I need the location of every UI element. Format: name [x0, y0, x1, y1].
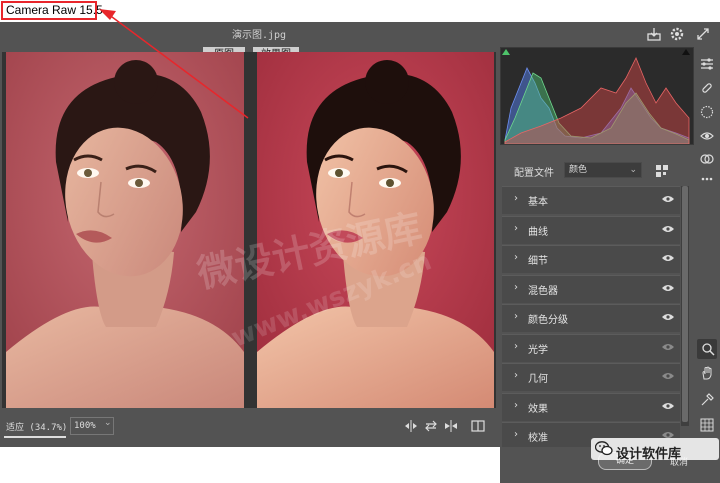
top-toolbar: [0, 22, 720, 46]
chevron-right-icon: ›: [514, 281, 518, 293]
swap-before-after-icon[interactable]: [404, 419, 418, 433]
sliders-icon[interactable]: [700, 57, 714, 71]
filename-label: 演示图.jpg: [232, 30, 287, 41]
mask-icon[interactable]: [700, 105, 714, 119]
profile-label: 配置文件: [514, 168, 554, 179]
swap-arrows-icon[interactable]: [424, 419, 438, 433]
copy-settings-icon[interactable]: [444, 419, 458, 433]
panel-label: 基本: [528, 197, 548, 208]
zoom-value: 100%: [74, 421, 96, 431]
eye-icon[interactable]: [662, 254, 674, 262]
profile-browser-icon[interactable]: [656, 165, 668, 177]
gear-icon[interactable]: [669, 26, 685, 42]
panel-mixer[interactable]: › 混色器: [502, 274, 680, 303]
panel-geometry[interactable]: › 几何: [502, 363, 680, 391]
eye-icon[interactable]: [662, 313, 674, 321]
panel-label: 曲线: [528, 226, 548, 238]
chevron-right-icon: ›: [514, 222, 518, 234]
panel-optics[interactable]: › 光学: [502, 333, 680, 362]
profile-row: 配置文件 颜色 ⌄: [502, 160, 682, 182]
fit-zoom-button[interactable]: 适应 (34.7%): [6, 420, 67, 433]
grid-icon[interactable]: [700, 418, 714, 432]
panel-label: 校准: [528, 433, 548, 444]
eye-icon[interactable]: [662, 195, 674, 203]
panel-effects[interactable]: › 效果: [502, 392, 680, 421]
panel-label: 效果: [528, 403, 548, 415]
chevron-right-icon: ›: [514, 193, 518, 204]
panel-color-grading[interactable]: › 颜色分级: [502, 304, 680, 332]
highlight-box: [1, 1, 97, 20]
panel-label: 混色器: [528, 285, 558, 297]
eye-icon[interactable]: [662, 372, 674, 380]
edit-panels: › 基本 › 曲线 › 细节 › 混色器 › 颜色分级 › 光学 › 几何 › …: [502, 186, 680, 452]
panel-basic[interactable]: › 基本: [502, 186, 680, 214]
chevron-right-icon: ›: [514, 399, 518, 411]
panel-label: 细节: [528, 256, 548, 267]
chevron-right-icon: ›: [514, 252, 518, 263]
save-icon[interactable]: [646, 26, 662, 42]
chevron-right-icon: ›: [514, 340, 518, 352]
chevron-right-icon: ›: [514, 370, 518, 381]
presets-icon[interactable]: [700, 152, 714, 166]
chevron-down-icon: ⌄: [104, 418, 112, 428]
histogram: [500, 47, 694, 145]
panel-detail[interactable]: › 细节: [502, 245, 680, 273]
panel-label: 光学: [528, 344, 548, 356]
chevron-right-icon: ›: [514, 429, 518, 440]
before-photo[interactable]: [6, 52, 244, 408]
eye-icon[interactable]: [662, 343, 674, 351]
zoom-icon[interactable]: [701, 342, 715, 356]
hand-icon[interactable]: [700, 366, 714, 380]
redeye-icon[interactable]: [700, 129, 714, 143]
chevron-down-icon: ⌄: [629, 165, 637, 175]
fullscreen-icon[interactable]: [695, 26, 711, 42]
panel-label: 颜色分级: [528, 315, 568, 326]
more-icon[interactable]: [700, 172, 714, 186]
highlight-clip-icon[interactable]: [682, 49, 690, 55]
compare-view-icon[interactable]: [471, 419, 485, 433]
chevron-right-icon: ›: [514, 311, 518, 322]
panel-scrollbar-thumb[interactable]: [682, 186, 688, 422]
fit-underline: [4, 436, 66, 438]
eye-icon[interactable]: [662, 284, 674, 292]
profile-value: 颜色: [569, 165, 588, 175]
eye-icon[interactable]: [662, 225, 674, 233]
wechat-icon: [595, 441, 613, 456]
shadow-clip-icon[interactable]: [502, 49, 510, 55]
panel-label: 几何: [528, 374, 548, 385]
badge-text: 设计软件库: [616, 447, 682, 462]
window-title-bar: [0, 0, 720, 22]
heal-icon[interactable]: [700, 81, 714, 95]
eyedropper-icon[interactable]: [700, 393, 714, 407]
eye-icon[interactable]: [662, 402, 674, 410]
profile-select[interactable]: 颜色 ⌄: [564, 162, 642, 178]
panel-curves[interactable]: › 曲线: [502, 215, 680, 244]
